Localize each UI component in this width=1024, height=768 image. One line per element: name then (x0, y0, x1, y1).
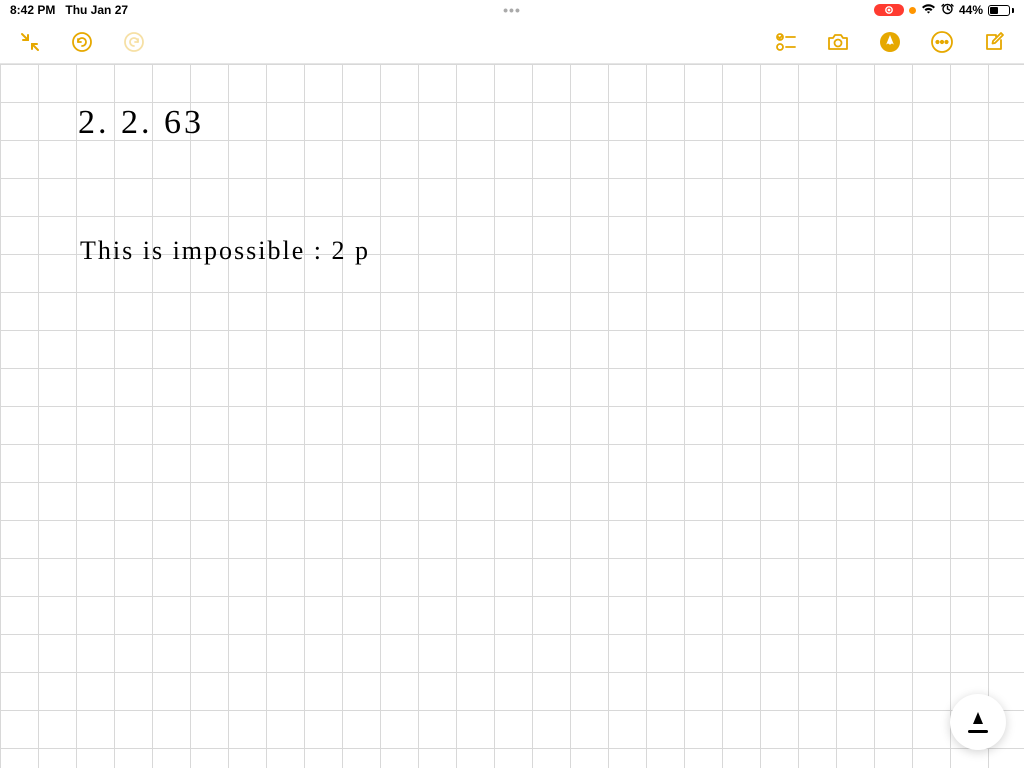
alarm-icon (941, 2, 954, 18)
pencil-bar-icon (968, 730, 988, 733)
undo-icon[interactable] (70, 30, 94, 54)
markup-icon[interactable] (878, 30, 902, 54)
toolbar-left (18, 30, 146, 54)
pencil-tool-widget[interactable] (950, 694, 1006, 750)
toolbar-right (774, 30, 1006, 54)
collapse-icon[interactable] (18, 30, 42, 54)
wifi-icon (921, 3, 936, 17)
battery-percent: 44% (959, 3, 983, 17)
status-time: 8:42 PM (10, 3, 55, 17)
status-right: 44% (874, 2, 1014, 18)
battery-icon (988, 5, 1014, 16)
camera-icon[interactable] (826, 30, 850, 54)
checklist-icon[interactable] (774, 30, 798, 54)
handwritten-title: 2. 2. 63 (78, 104, 204, 142)
status-left: 8:42 PM Thu Jan 27 (10, 3, 128, 17)
compose-icon[interactable] (982, 30, 1006, 54)
status-date: Thu Jan 27 (65, 3, 128, 17)
mic-indicator-icon (909, 7, 916, 14)
multitasking-dots-icon[interactable]: ••• (503, 2, 521, 18)
status-bar: 8:42 PM Thu Jan 27 ••• 44% (0, 0, 1024, 20)
notes-toolbar (0, 20, 1024, 64)
more-icon[interactable] (930, 30, 954, 54)
redo-icon (122, 30, 146, 54)
handwritten-line-1: This is impossible : 2 p (80, 236, 370, 266)
screen-recording-pill[interactable] (874, 4, 904, 16)
pencil-tip-icon (973, 712, 983, 724)
note-canvas[interactable]: 2. 2. 63 This is impossible : 2 p (0, 64, 1024, 768)
